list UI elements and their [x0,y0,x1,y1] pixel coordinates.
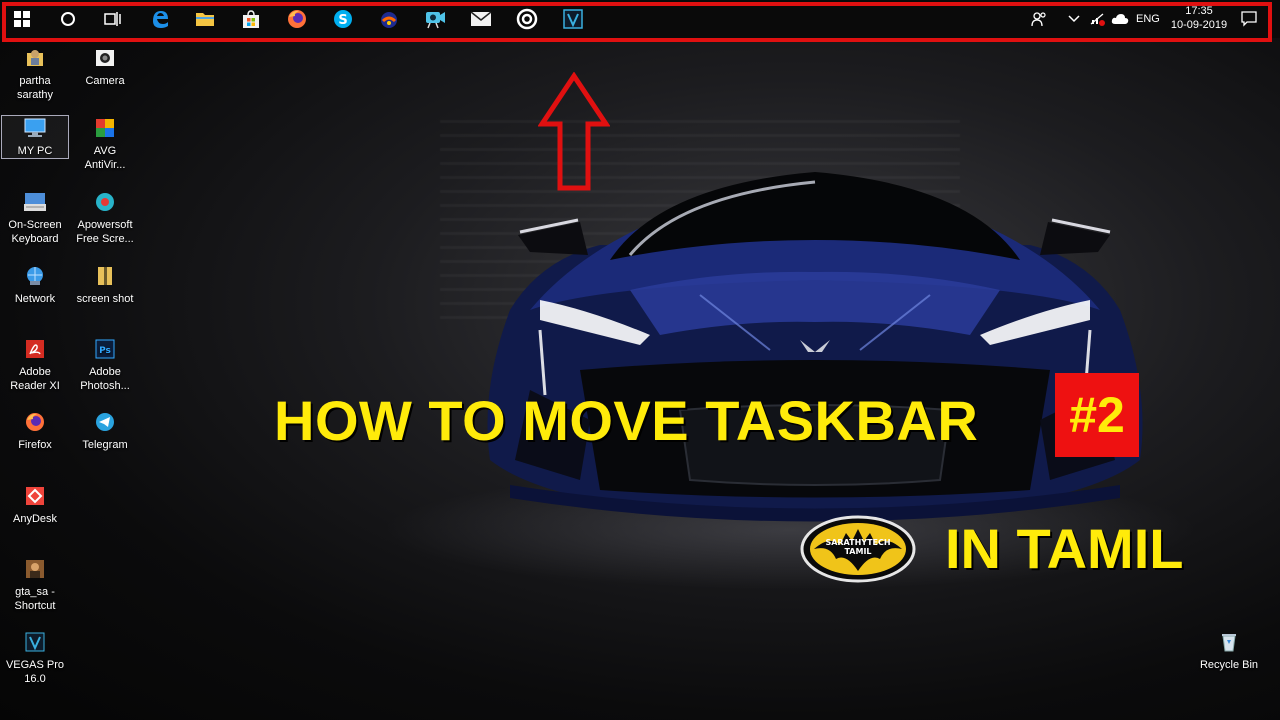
firefox-icon [23,410,47,434]
desktop-icon-label: Adobe Reader XI [10,366,60,392]
desktop-icon-network[interactable]: Network [2,264,68,306]
volume-tray-button[interactable] [1108,4,1132,34]
avg-icon [93,116,117,140]
taskbar-mail[interactable] [464,4,498,34]
camera-icon [93,46,117,70]
taskbar-media-app[interactable] [372,4,406,34]
search-button[interactable] [51,4,85,34]
taskbar-target-app[interactable] [510,4,544,34]
desktop-icon-anydesk[interactable]: AnyDesk [2,484,68,526]
taskbar-vegas[interactable] [556,4,590,34]
channel-logo-text: SARATHYTECH TAMIL [810,538,906,556]
sports-car-image [487,172,1143,522]
cortana-circle-icon [61,12,75,26]
network-icon [23,264,47,288]
desktop-icon-on-screen-keyboard[interactable]: On-Screen Keyboard [2,190,68,246]
desktop-icon-recycle-bin[interactable]: Recycle Bin [1196,630,1262,672]
desktop-icon-label: Network [14,293,56,305]
anydesk-icon [23,484,47,508]
video-camera-icon [426,12,445,29]
store-bag-icon [243,10,259,28]
skype-icon: S [334,10,352,28]
svg-text:Ps: Ps [99,346,111,356]
start-button[interactable] [5,4,39,34]
clock-time: 17:35 [1185,5,1213,17]
svg-text:S: S [338,13,347,28]
keyboard-icon [23,190,47,214]
taskbar-store[interactable] [234,4,268,34]
user-folder-icon [23,46,47,70]
people-button[interactable] [1024,4,1054,34]
mail-icon [470,11,492,26]
media-app-icon [381,12,397,28]
target-icon [516,8,538,30]
notification-icon [1241,11,1257,27]
recycle-bin-icon [1217,630,1241,654]
taskbar-edge[interactable] [143,4,177,34]
logo-text-line-1: SARATHYTECH [825,538,891,547]
input-language[interactable]: ENG [1136,0,1160,38]
desktop-icon-label: On-Screen Keyboard [8,219,62,245]
edge-icon [153,11,168,28]
desktop-icon-vegas-pro[interactable]: VEGAS Pro 16.0 [2,630,68,686]
vegas-icon [23,630,47,654]
desktop-icon-screen-shot[interactable]: screen shot [72,264,138,306]
task-view-icon [104,12,121,26]
desktop-icon-label: screen shot [76,293,134,305]
zip-folder-icon [93,264,117,288]
show-hidden-icons-button[interactable] [1060,4,1088,34]
windows-logo-icon [14,11,30,27]
task-view-button[interactable] [96,4,130,34]
desktop-icon-avg[interactable]: AVG AntiVir... [72,116,138,172]
desktop-icon-label: MY PC [17,145,53,157]
desktop-icon-apowersoft[interactable]: Apowersoft Free Scre... [72,190,138,246]
taskbar: S ENG 17:35 10-09-2019 [0,0,1280,38]
desktop-icon-label: Telegram [82,439,128,451]
recorder-icon [93,190,117,214]
network-tray-button[interactable] [1086,4,1108,34]
computer-icon [23,116,47,140]
desktop-icon-adobe-photoshop[interactable]: Ps Adobe Photosh... [72,337,138,393]
onedrive-cloud-icon [1111,14,1129,24]
desktop-icon-my-pc[interactable]: MY PC [1,115,69,159]
logo-text-line-2: TAMIL [844,547,872,556]
desktop-icon-telegram[interactable]: Telegram [72,410,138,452]
taskbar-video-camera[interactable] [418,4,452,34]
desktop-icon-label: AnyDesk [12,513,58,525]
telegram-icon [93,410,117,434]
desktop-icon-label: Camera [85,75,125,87]
network-disconnected-icon [1090,13,1105,26]
desktop-icon-firefox[interactable]: Firefox [2,410,68,452]
desktop-icon-label: Adobe Photosh... [80,366,130,392]
red-up-arrow-icon [538,72,610,191]
desktop-icon-label: partha sarathy [16,75,54,101]
desktop-icon-label: AVG AntiVir... [84,145,126,171]
photoshop-icon: Ps [93,337,117,361]
action-center-button[interactable] [1234,4,1264,34]
clock-date: 10-09-2019 [1170,19,1228,31]
taskbar-firefox[interactable] [280,4,314,34]
episode-badge: #2 [1055,373,1139,457]
desktop-icon-label: Firefox [18,439,52,451]
firefox-icon [288,10,306,28]
wallpaper-headline: HOW TO MOVE TASKBAR [274,389,979,452]
desktop-icon-label: VEGAS Pro 16.0 [5,659,65,685]
chevron-down-icon [1068,15,1080,23]
adobe-reader-icon [23,337,47,361]
desktop-icon-gta-sa-shortcut[interactable]: gta_sa - Shortcut [2,557,68,613]
taskbar-file-explorer[interactable] [188,4,222,34]
desktop-icon-camera[interactable]: Camera [72,46,138,88]
wallpaper-subline: IN TAMIL [945,517,1184,580]
desktop-icon-label: Apowersoft Free Scre... [76,219,134,245]
clock[interactable]: 17:35 10-09-2019 [1168,4,1230,32]
vegas-icon [563,9,583,29]
desktop-icon-adobe-reader[interactable]: Adobe Reader XI [2,337,68,393]
folder-icon [196,13,214,26]
game-shortcut-icon [23,557,47,581]
desktop-icon-partha-sarathy[interactable]: partha sarathy [2,46,68,102]
desktop-icon-label: Recycle Bin [1199,659,1259,671]
desktop-icon-label: gta_sa - Shortcut [14,586,56,612]
people-icon [1031,12,1046,27]
taskbar-skype[interactable]: S [326,4,360,34]
